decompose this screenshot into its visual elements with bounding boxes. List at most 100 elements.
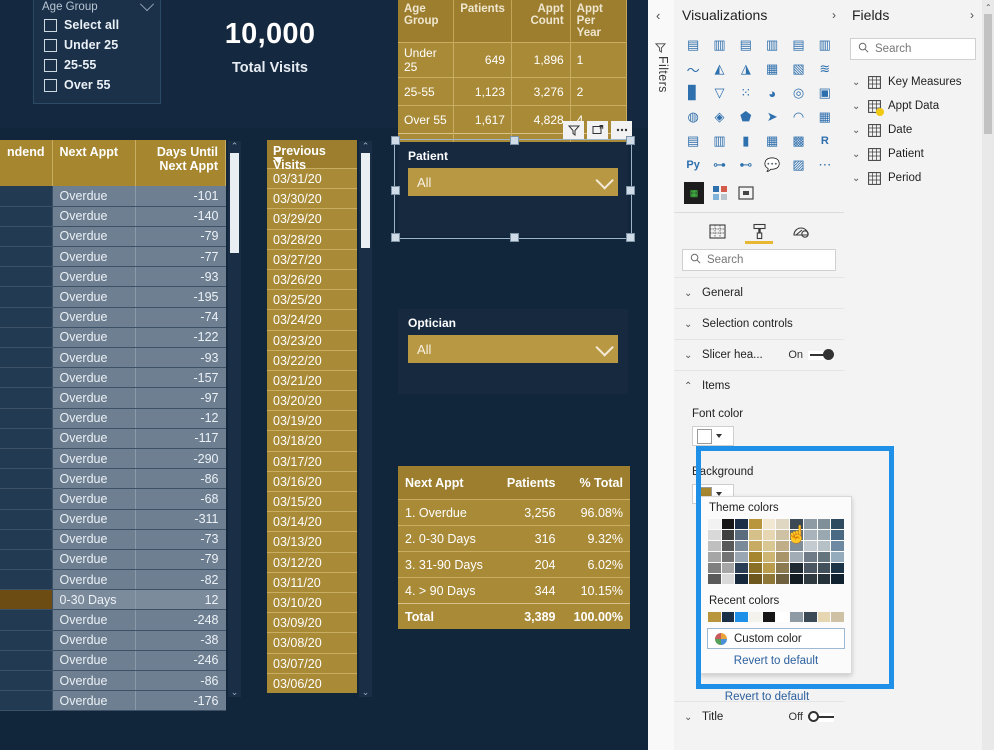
r-script-visual-icon[interactable]: R [812,130,838,152]
table-row[interactable]: Overdue -140 [0,206,226,227]
100-stacked-bar-chart-icon[interactable]: ▤ [785,34,811,56]
theme-color-swatch[interactable] [776,563,790,573]
multi-row-card-icon[interactable]: ▥ [706,130,732,152]
recent-color-swatch[interactable] [735,612,749,622]
format-tab[interactable] [745,221,773,244]
theme-color-swatch[interactable] [749,519,762,529]
column-header[interactable]: Appt Per Year [570,0,628,43]
list-item[interactable]: 03/07/20 [267,652,357,673]
list-item[interactable]: 03/10/20 [267,591,357,613]
scroll-up-arrow-icon[interactable]: ⌃ [362,141,370,151]
table-row[interactable]: Overdue -176 [0,690,226,712]
scroll-up-arrow-icon[interactable]: ⌃ [985,3,992,12]
table-row[interactable]: Overdue -12 [0,408,226,429]
list-item[interactable]: 03/12/20 [267,551,357,572]
theme-color-swatch[interactable] [776,574,790,584]
list-item[interactable]: 03/23/20 [267,329,357,350]
table-row[interactable]: Overdue -68 [0,488,226,510]
chevron-down-icon[interactable]: ⌄ [852,77,861,88]
next-appt-summary-table[interactable]: Next Appt Patients % Total 1. Overdue 3,2… [398,466,630,629]
table-row[interactable]: Overdue -77 [0,246,226,268]
table-row[interactable]: 2. 0-30 Days 316 9.32% [398,525,630,552]
chevron-down-icon[interactable]: ⌄ [852,149,861,160]
funnel-chart-icon[interactable]: ▽ [706,82,732,104]
theme-color-swatch[interactable] [831,552,844,562]
table-row[interactable]: Overdue -86 [0,670,226,692]
table-row[interactable]: Overdue -195 [0,286,226,308]
format-search-input[interactable]: Search [682,249,836,271]
q-and-a-icon[interactable]: ⊷ [733,154,759,176]
table-row[interactable]: Overdue -117 [0,428,226,449]
ribbon-chart-icon[interactable]: ≋ [812,58,838,80]
theme-color-swatch[interactable] [776,552,790,562]
column-header[interactable]: Days Until Next Appt [135,140,227,186]
list-item[interactable]: 03/08/20 [267,632,357,653]
theme-color-swatch[interactable] [790,563,803,573]
theme-color-swatch[interactable] [831,541,844,551]
table-row[interactable]: Overdue -74 [0,307,226,328]
clustered-column-chart-icon[interactable]: ▥ [759,34,785,56]
collapse-pane-icon[interactable]: ‹ [656,8,660,23]
line-stacked-column-chart-icon[interactable]: ▦ [759,58,785,80]
donut-chart-icon[interactable]: ◎ [785,82,811,104]
list-item[interactable]: 03/16/20 [267,470,357,491]
list-item[interactable]: 03/24/20 [267,309,357,330]
scrollbar-thumb[interactable] [361,153,370,248]
table-row[interactable]: Overdue -97 [0,387,226,409]
list-item[interactable]: 03/28/20 [267,228,357,249]
theme-color-swatch[interactable] [721,552,735,562]
column-header[interactable]: Patients [453,0,512,43]
fields-table-item[interactable]: ⌄ Key Measures [844,70,982,94]
theme-color-swatch[interactable] [831,530,844,540]
list-item[interactable]: 03/13/20 [267,531,357,552]
slicer-patient-dropdown[interactable]: All [408,168,618,196]
expand-pane-icon[interactable]: › [832,8,836,22]
toggle-switch[interactable] [808,349,834,360]
fields-table-item[interactable]: ⌄ Appt Data [844,94,982,118]
appointments-table[interactable]: ndend Next Appt Days Until Next Appt Ove… [0,140,227,712]
table-row[interactable]: Overdue -290 [0,448,226,470]
column-header[interactable]: ndend [0,140,53,186]
checkbox-icon[interactable] [44,78,57,92]
100-stacked-column-chart-icon[interactable]: ▥ [812,34,838,56]
scatter-chart-icon[interactable]: ⁙ [733,82,759,104]
list-item[interactable]: 03/15/20 [267,491,357,512]
column-header[interactable]: Next Appt [52,140,136,186]
theme-color-swatch[interactable] [817,530,831,540]
visual-header-buttons[interactable] [563,121,632,139]
list-item[interactable]: 03/09/20 [267,612,357,633]
theme-color-swatch[interactable] [831,519,844,529]
theme-color-swatch[interactable] [762,530,776,540]
table-row[interactable]: Overdue -101 [0,186,226,207]
slicer-optician-dropdown[interactable]: All [408,335,618,363]
recent-color-swatch[interactable] [831,612,844,622]
theme-color-swatch[interactable] [735,530,749,540]
table-row[interactable]: Overdue -79 [0,549,226,571]
theme-color-swatch[interactable] [708,519,721,529]
waterfall-chart-icon[interactable]: ▊ [680,82,706,104]
more-options-icon[interactable] [611,121,632,139]
theme-color-swatch[interactable] [762,574,776,584]
theme-color-swatch[interactable] [708,541,721,551]
color-palette-icon[interactable] [710,182,730,204]
stacked-column-chart-icon[interactable]: ▥ [706,34,732,56]
list-item[interactable]: 03/29/20 [267,208,357,229]
list-item[interactable]: 03/14/20 [267,511,357,532]
theme-color-swatch[interactable] [735,574,749,584]
theme-color-swatch[interactable] [803,563,817,573]
decomposition-tree-icon[interactable]: ⊶ [706,154,732,176]
theme-color-swatch[interactable] [803,574,817,584]
theme-color-swatch[interactable] [708,552,721,562]
theme-color-swatch[interactable] [790,574,803,584]
filled-map-icon[interactable]: ◈ [706,106,732,128]
filter-icon[interactable] [563,121,584,139]
list-item[interactable]: 03/17/20 [267,450,357,471]
theme-color-swatch[interactable] [817,541,831,551]
table-row[interactable]: 0-30 Days 12 [0,589,226,611]
fields-table-item[interactable]: ⌄ Date [844,118,982,142]
checkbox-icon[interactable] [44,18,57,32]
theme-color-swatch[interactable] [721,574,735,584]
checkbox-icon[interactable] [44,58,57,72]
more-visuals-icon[interactable]: ⋯ [812,154,838,176]
appointments-table-scrollbar[interactable]: ⌃ ⌄ [228,141,241,697]
